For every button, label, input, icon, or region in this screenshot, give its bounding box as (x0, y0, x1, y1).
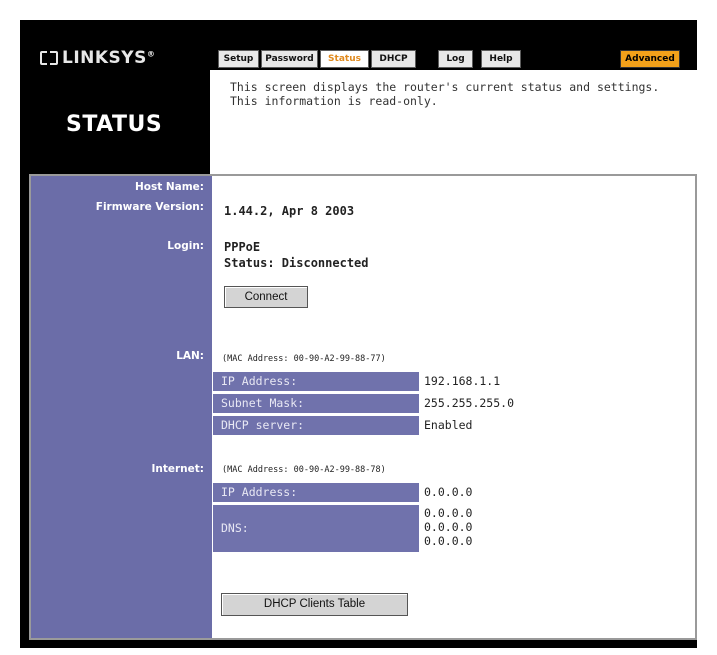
tab-setup[interactable]: Setup (218, 50, 259, 68)
login-status-value: Status: Disconnected (224, 256, 369, 270)
tab-password[interactable]: Password (261, 50, 318, 68)
tab-help[interactable]: Help (481, 50, 521, 68)
dhcp-clients-table-button[interactable]: DHCP Clients Table (221, 593, 408, 616)
tab-bar: Setup Password Status DHCP Log Help Adva… (210, 48, 697, 70)
dns-secondary: 0.0.0.0 (424, 520, 473, 534)
lan-label: LAN: (176, 350, 204, 362)
lan-subnet-mask-label: Subnet Mask: (213, 394, 419, 413)
description-panel: This screen displays the router's curren… (210, 70, 697, 174)
tab-status[interactable]: Status (320, 50, 369, 68)
login-label: Login: (167, 240, 204, 252)
tab-dhcp[interactable]: DHCP (371, 50, 416, 68)
page-description: This screen displays the router's curren… (230, 80, 660, 108)
tab-advanced[interactable]: Advanced (620, 50, 680, 68)
connect-button[interactable]: Connect (224, 286, 308, 308)
trademark-symbol: ® (146, 49, 156, 59)
firmware-version-value: 1.44.2, Apr 8 2003 (224, 204, 355, 218)
lan-ip-address-label: IP Address: (213, 372, 419, 391)
firmware-version-label: Firmware Version: (95, 201, 204, 213)
linksys-logo-icon (40, 51, 58, 65)
page-title: STATUS (66, 112, 163, 137)
internet-mac-address: (MAC Address: 00-90-A2-99-88-78) (222, 465, 386, 475)
lan-subnet-mask-value: 255.255.255.0 (424, 396, 515, 410)
internet-ip-address-label: IP Address: (213, 483, 419, 502)
lan-dhcp-server-value: Enabled (424, 418, 473, 432)
lan-mac-address: (MAC Address: 00-90-A2-99-88-77) (222, 354, 386, 364)
lan-dhcp-server-label: DHCP server: (213, 416, 419, 435)
lan-ip-address-value: 192.168.1.1 (424, 374, 501, 388)
tab-log[interactable]: Log (438, 50, 473, 68)
dns-primary: 0.0.0.0 (424, 506, 473, 520)
logo-text: LINKSYS (62, 48, 147, 68)
host-name-label: Host Name: (134, 181, 204, 193)
internet-dns-values: 0.0.0.0 0.0.0.0 0.0.0.0 (424, 506, 472, 548)
internet-label: Internet: (151, 463, 204, 475)
internet-dns-label: DNS: (213, 505, 419, 552)
internet-ip-address-value: 0.0.0.0 (424, 485, 473, 499)
login-type-value: PPPoE (224, 240, 261, 254)
dns-tertiary: 0.0.0.0 (424, 534, 473, 548)
linksys-logo: LINKSYS® (40, 48, 155, 68)
